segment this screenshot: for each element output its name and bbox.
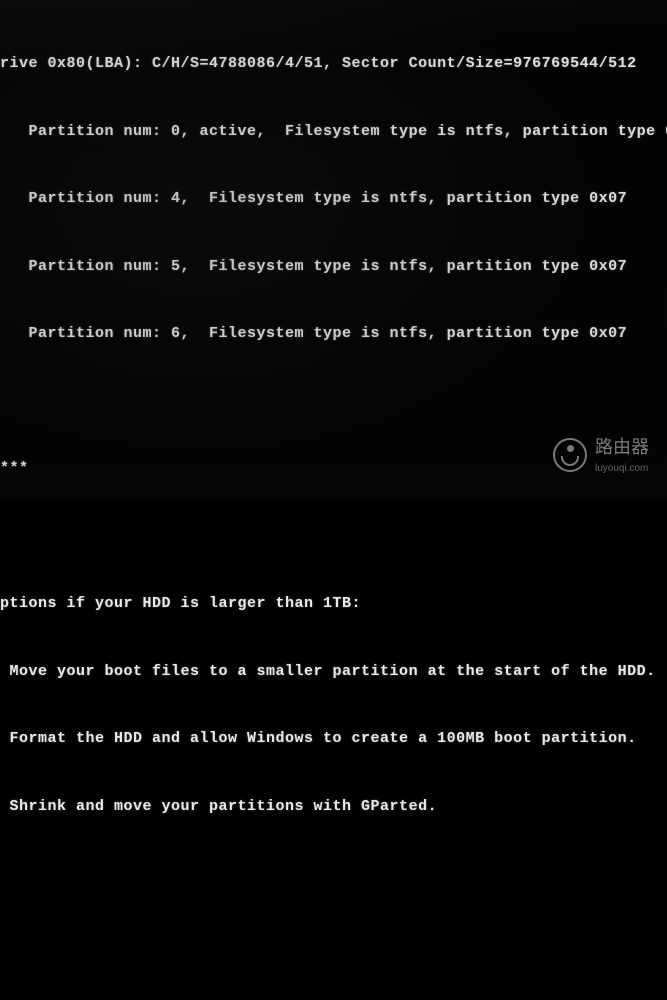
partition-row: Partition num: 5, Filesystem type is ntf… (0, 256, 667, 279)
blank-line (0, 391, 667, 414)
watermark: 路由器 luyouqi.com (553, 434, 649, 476)
blank-line (0, 863, 667, 886)
partition-row: Partition num: 6, Filesystem type is ntf… (0, 323, 667, 346)
partition-row: Partition num: 4, Filesystem type is ntf… (0, 188, 667, 211)
options-heading: ptions if your HDD is larger than 1TB: (0, 593, 667, 616)
option-item: Move your boot files to a smaller partit… (0, 661, 667, 684)
option-item: Format the HDD and allow Windows to crea… (0, 728, 667, 751)
press-any-key-prompt[interactable]: ress any key to read more... (0, 998, 667, 1000)
router-icon (553, 438, 587, 472)
watermark-text: 路由器 luyouqi.com (595, 434, 649, 476)
blank-line (0, 931, 667, 954)
drive-header-line: rive 0x80(LBA): C/H/S=4788086/4/51, Sect… (0, 53, 667, 76)
bios-boot-screen: rive 0x80(LBA): C/H/S=4788086/4/51, Sect… (0, 0, 667, 1000)
partition-row: Partition num: 0, active, Filesystem typ… (0, 121, 667, 144)
blank-line (0, 526, 667, 549)
watermark-subtitle: luyouqi.com (595, 461, 649, 476)
option-item: Shrink and move your partitions with GPa… (0, 796, 667, 819)
watermark-title: 路由器 (595, 434, 649, 461)
